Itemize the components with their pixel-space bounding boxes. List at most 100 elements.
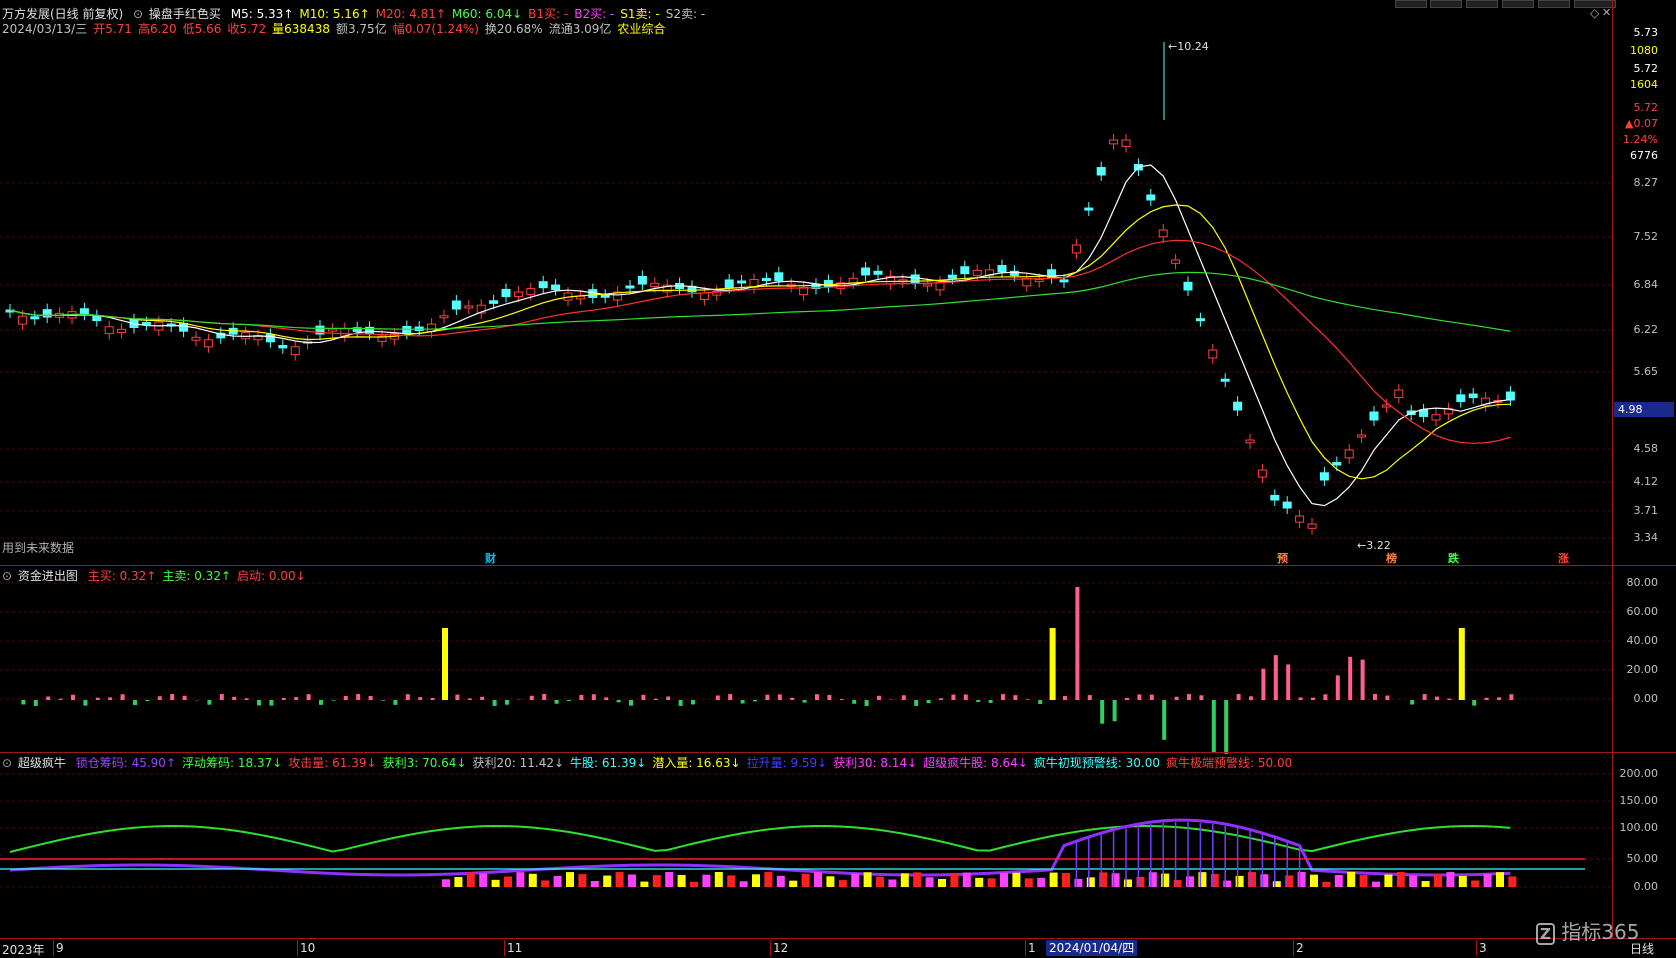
panel2-bar [306, 694, 311, 700]
diamond-icon[interactable]: ◇ [1590, 6, 1599, 20]
panel3-bar [814, 872, 822, 887]
axis-label: 0.00 [1633, 880, 1659, 893]
time-axis-label: 1 [1028, 941, 1036, 955]
ma20-line [9, 239, 1511, 444]
panel2-bar [728, 694, 733, 700]
panel3-bar [826, 876, 835, 887]
event-mark[interactable]: 跌 [1448, 550, 1459, 566]
candle-body [79, 308, 89, 315]
time-axis-label: 9 [56, 941, 64, 955]
panel2-bar [356, 694, 361, 700]
panel2-bar [1125, 697, 1129, 700]
panel2-bar [753, 700, 757, 702]
panel3-bar [1136, 876, 1145, 887]
candle-body [873, 270, 883, 275]
panel2-bar [157, 696, 162, 700]
panel3-bar [528, 873, 537, 887]
panel3-bar [1111, 873, 1120, 887]
panel3-bar [1347, 872, 1356, 887]
indicator-name[interactable]: 操盘手红色买 [149, 7, 221, 21]
collapse-icon[interactable]: ⊙ [2, 756, 12, 770]
panel3-bar [739, 881, 748, 887]
panel2-bar [1472, 700, 1477, 706]
panel2-bar [319, 700, 323, 705]
panel3-value-9: 超级疯牛股: 8.64↓ [923, 756, 1028, 770]
kline-chart[interactable] [0, 0, 1676, 958]
time-axis-tick [53, 940, 54, 956]
panel2-bar [1013, 695, 1018, 700]
price-axis-label: 6.22 [1633, 323, 1659, 336]
stock-title[interactable]: 万方发展(日线 前复权) [2, 7, 123, 21]
panel2-bar [790, 697, 795, 700]
panel3-values: 锁仓筹码: 45.90↑ 浮动筹码: 18.37↓ 攻击量: 61.39↓ 获利3: … [76, 756, 1298, 770]
axis-label: 80.00 [1626, 576, 1659, 589]
panel3-bar [491, 879, 500, 887]
event-mark[interactable]: 榜 [1386, 550, 1397, 566]
quote-value-0: 2024/03/13/三 [2, 22, 88, 36]
time-axis-tick [1025, 940, 1026, 956]
ma-value-7: S2卖: - [665, 7, 706, 21]
panel3-bar [1186, 876, 1194, 887]
panel2-bar [963, 694, 968, 700]
panel2-title[interactable]: 资金进出图 [18, 569, 78, 583]
time-axis-tick [297, 940, 298, 956]
price-axis-label: 7.52 [1633, 230, 1659, 243]
panel3-bar [1297, 872, 1306, 887]
candle-body [861, 267, 871, 276]
candle-body [1344, 449, 1354, 459]
candle-body [1071, 244, 1081, 254]
panel2-bar [1211, 700, 1216, 753]
panel3-bar [1409, 875, 1418, 887]
panel3-bar [1483, 873, 1492, 887]
ma5-line [9, 164, 1511, 507]
panel3-bar [1161, 873, 1170, 887]
panel2-bar [815, 694, 819, 700]
panel2-bar [1484, 697, 1489, 700]
candle-body [290, 346, 300, 356]
close-icon[interactable]: ✕ [1602, 6, 1611, 19]
panel2-bar [343, 695, 348, 700]
event-mark[interactable]: 涨 [1558, 550, 1569, 566]
panel3-bar [851, 873, 860, 887]
panel3-bar [789, 880, 798, 887]
panel2-bar [467, 698, 472, 700]
panel3-bar [1099, 872, 1108, 887]
candle-body [1319, 472, 1329, 481]
time-axis-tick [1293, 940, 1294, 956]
panel3-bar [603, 875, 612, 887]
panel2-bar [653, 698, 658, 700]
price-axis-label: 4.58 [1633, 442, 1659, 455]
panel3-bar [1322, 881, 1331, 887]
panel2-bar [207, 700, 212, 705]
panel2-bar [901, 695, 906, 700]
time-axis-label: 3 [1479, 941, 1487, 955]
cursor-date-tag: 2024/01/04/四 [1046, 940, 1138, 956]
candle-body [278, 345, 288, 349]
axis-label: 40.00 [1626, 634, 1659, 647]
panel2-bar [542, 694, 547, 700]
quote-value-7: 幅0.07(1.24%) [392, 22, 479, 36]
panel2-bar [877, 695, 881, 700]
event-mark[interactable]: 财 [485, 550, 496, 566]
price-axis-label: 1080 [1630, 44, 1658, 57]
collapse-icon[interactable]: ⊙ [133, 7, 143, 21]
panel3-bar [479, 873, 488, 887]
panel3-bar [913, 872, 922, 887]
event-mark[interactable]: 预 [1277, 550, 1288, 566]
candle-body [327, 328, 337, 332]
panel2-bar [839, 699, 844, 700]
panel-divider-2 [0, 752, 1676, 753]
panel3-bar [1173, 880, 1182, 887]
panel3-value-0: 锁仓筹码: 45.90↑ [75, 756, 177, 770]
candle-body [1456, 394, 1466, 403]
panel3-title[interactable]: 超级疯牛 [18, 756, 66, 770]
collapse-icon[interactable]: ⊙ [2, 569, 12, 583]
candle-body [699, 292, 709, 301]
panel3-bar [1421, 881, 1430, 887]
candle-body [650, 282, 660, 288]
quote-values: 2024/03/13/三 开5.71 高6.20 低5.66 收5.72 量638438 额… [2, 22, 671, 36]
panel3-bar [652, 875, 661, 887]
panel2-bar [1286, 664, 1291, 700]
panel2-bar [492, 700, 497, 706]
time-axis-label: 2023年 [2, 943, 45, 957]
